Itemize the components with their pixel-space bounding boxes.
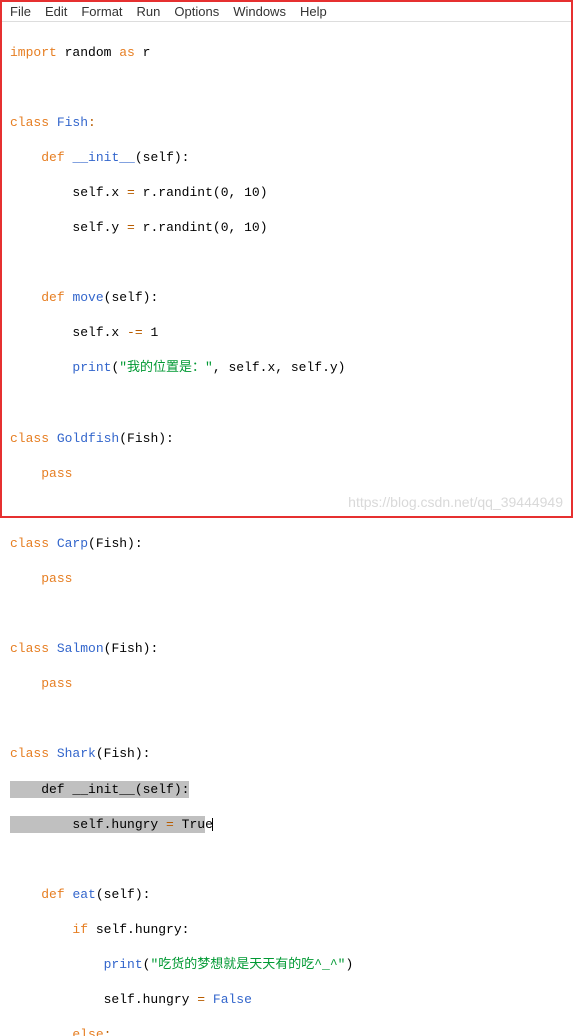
code-line-selected: def __init__(self):: [10, 781, 563, 799]
code-line: self.x = r.randint(0, 10): [10, 184, 563, 202]
code-line: pass: [10, 465, 563, 483]
menu-options[interactable]: Options: [174, 4, 219, 19]
code-line-selected: self.hungry = True: [10, 816, 563, 834]
code-line: pass: [10, 570, 563, 588]
code-line: def eat(self):: [10, 886, 563, 904]
menu-help[interactable]: Help: [300, 4, 327, 19]
menu-edit[interactable]: Edit: [45, 4, 67, 19]
code-line-blank: [10, 605, 563, 623]
code-line: print("吃货的梦想就是天天有的吃^_^"): [10, 956, 563, 974]
code-line: class Carp(Fish):: [10, 535, 563, 553]
code-line-blank: [10, 851, 563, 869]
code-line-blank: [10, 79, 563, 97]
code-line: if self.hungry:: [10, 921, 563, 939]
code-line-blank: [10, 500, 563, 518]
code-line: class Shark(Fish):: [10, 745, 563, 763]
code-line: import random as r: [10, 44, 563, 62]
code-line: pass: [10, 675, 563, 693]
menu-windows[interactable]: Windows: [233, 4, 286, 19]
code-line: else:: [10, 1026, 563, 1036]
code-line: class Fish:: [10, 114, 563, 132]
menubar: File Edit Format Run Options Windows Hel…: [2, 2, 571, 22]
code-line: self.x -= 1: [10, 324, 563, 342]
code-editor[interactable]: import random as r class Fish: def __ini…: [2, 22, 571, 1036]
code-line: class Goldfish(Fish):: [10, 430, 563, 448]
menu-file[interactable]: File: [10, 4, 31, 19]
code-line-blank: [10, 394, 563, 412]
code-line: self.y = r.randint(0, 10): [10, 219, 563, 237]
code-line: print("我的位置是：", self.x, self.y): [10, 359, 563, 377]
code-line-blank: [10, 710, 563, 728]
code-line: def move(self):: [10, 289, 563, 307]
menu-format[interactable]: Format: [81, 4, 122, 19]
text-cursor: [212, 818, 213, 831]
code-line: self.hungry = False: [10, 991, 563, 1009]
code-line: class Salmon(Fish):: [10, 640, 563, 658]
menu-run[interactable]: Run: [137, 4, 161, 19]
code-line: def __init__(self):: [10, 149, 563, 167]
code-line-blank: [10, 254, 563, 272]
